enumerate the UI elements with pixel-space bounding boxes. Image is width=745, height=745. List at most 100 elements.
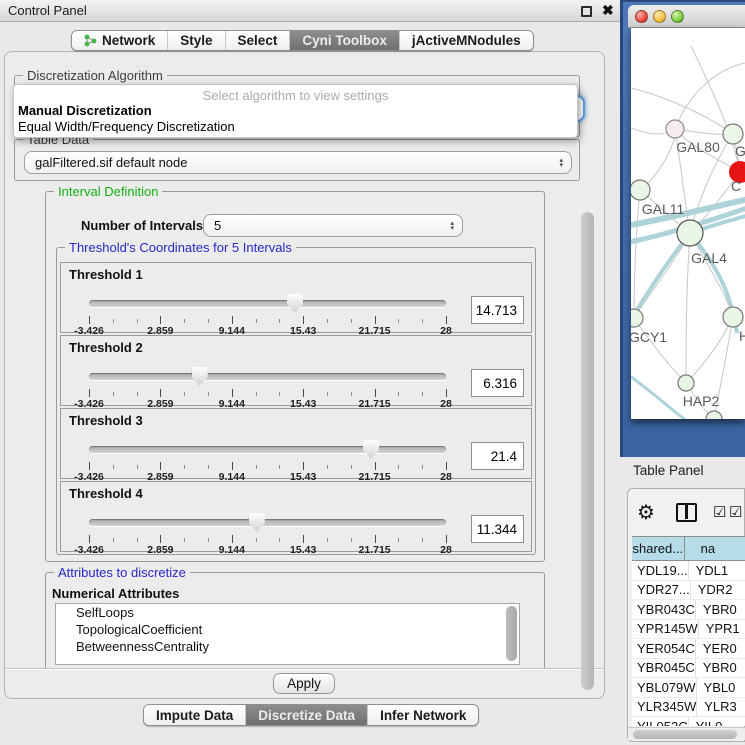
table-row[interactable]: YDL19...YDL1 <box>632 561 745 581</box>
tab-style[interactable]: Style <box>168 31 225 50</box>
checkbox-icon[interactable]: ☑ <box>729 503 742 521</box>
threshold-2-slider[interactable] <box>89 366 446 388</box>
table-row[interactable]: YBR045CYBR0 <box>632 659 745 679</box>
tab-label: Discretize Data <box>258 708 355 723</box>
table-header-row: shared... na <box>632 536 745 561</box>
column-header-name[interactable]: na <box>685 537 745 560</box>
network-node[interactable] <box>666 120 684 138</box>
table-cell: YBR0 <box>696 600 745 619</box>
threshold-4-value-field[interactable]: 11.344 <box>471 515 524 543</box>
numerical-attributes-list[interactable]: SelfLoopsTopologicalCoefficientBetweenne… <box>55 603 520 665</box>
network-edge[interactable] <box>634 318 686 383</box>
tick-mark <box>446 316 447 324</box>
table-row[interactable]: YIL052CYIL0 <box>632 717 745 726</box>
cyni-mode-tabs: Impute Data Discretize Data Infer Networ… <box>143 704 479 726</box>
tab-label: Select <box>238 33 278 48</box>
mac-close-button[interactable] <box>635 10 648 23</box>
panel-scrollbar[interactable] <box>581 212 594 690</box>
table-row[interactable]: YPR145WYPR1 <box>632 620 745 640</box>
close-icon[interactable]: ✖ <box>602 2 614 19</box>
tab-infer-network[interactable]: Infer Network <box>368 705 478 725</box>
tab-label: Cyni Toolbox <box>302 33 387 48</box>
split-columns-icon[interactable] <box>676 503 697 522</box>
tab-impute-data[interactable]: Impute Data <box>144 705 246 725</box>
mac-minimize-button[interactable] <box>653 10 666 23</box>
slider-thumb[interactable] <box>287 294 303 313</box>
tick-mark <box>422 392 423 396</box>
table-cell: YDL19... <box>632 561 689 580</box>
network-node[interactable] <box>631 309 643 327</box>
table-row[interactable]: YLR345WYLR3 <box>632 698 745 718</box>
slider-thumb[interactable] <box>363 440 379 459</box>
network-node[interactable] <box>723 124 743 144</box>
tick-mark <box>113 465 114 469</box>
horizontal-scrollbar-thumb[interactable] <box>633 730 737 739</box>
panel-title: Control Panel <box>8 3 87 18</box>
mac-zoom-button[interactable] <box>671 10 684 23</box>
table-row[interactable]: YER054CYER0 <box>632 639 745 659</box>
table-data-group: Table Data galFiltered.sif default node … <box>14 139 580 181</box>
threshold-1-slider[interactable] <box>89 293 446 315</box>
table-row[interactable]: YDR27...YDR2 <box>632 581 745 601</box>
threshold-2-value-field[interactable]: 6.316 <box>471 369 524 397</box>
tick-mark <box>232 389 233 397</box>
network-node[interactable] <box>723 307 743 327</box>
tick-mark <box>351 465 352 469</box>
slider-thumb[interactable] <box>192 367 208 386</box>
tick-label: 9.144 <box>219 544 245 556</box>
tick-mark <box>256 465 257 469</box>
tab-cyni-toolbox[interactable]: Cyni Toolbox <box>290 31 400 50</box>
threshold-3-slider[interactable] <box>89 439 446 461</box>
table-cell: YER054C <box>632 639 696 658</box>
slider-track[interactable] <box>89 519 446 526</box>
network-node[interactable] <box>631 180 650 200</box>
network-edge[interactable] <box>686 233 690 383</box>
dropdown-item-manual-discretization[interactable]: Manual Discretization <box>18 103 152 118</box>
network-node[interactable] <box>706 411 722 419</box>
network-edge[interactable] <box>686 317 733 383</box>
network-canvas[interactable]: GAL80GACGAL11GAL4GCY1HHAP2 <box>631 28 745 419</box>
tick-mark <box>375 316 376 324</box>
threshold-3-value-field[interactable]: 21.4 <box>471 442 524 470</box>
slider-track[interactable] <box>89 446 446 453</box>
horizontal-scrollbar-track[interactable] <box>628 727 745 740</box>
tab-jactivemnodules[interactable]: jActiveMNodules <box>400 31 533 50</box>
checkbox-icon[interactable]: ☑ <box>713 503 726 521</box>
threshold-label: Threshold 3 <box>69 413 143 428</box>
network-node[interactable] <box>678 375 694 391</box>
slider-thumb[interactable] <box>249 513 265 532</box>
list-scrollbar[interactable] <box>506 606 517 661</box>
threshold-4-slider[interactable] <box>89 512 446 534</box>
tick-mark <box>89 389 90 397</box>
tab-network[interactable]: Network <box>72 31 168 50</box>
tick-mark <box>256 319 257 323</box>
table-row[interactable]: YBR043CYBR0 <box>632 600 745 620</box>
tick-mark <box>303 316 304 324</box>
column-header-shared[interactable]: shared... <box>632 537 685 560</box>
tick-mark <box>351 538 352 542</box>
table-data-combobox[interactable]: galFiltered.sif default node ▴▾ <box>24 151 572 174</box>
threshold-1-value-field[interactable]: 14.713 <box>471 296 524 324</box>
dropdown-item-equal-width[interactable]: Equal Width/Frequency Discretization <box>18 119 235 134</box>
table-row[interactable]: YBL079WYBL0 <box>632 678 745 698</box>
slider-track[interactable] <box>89 373 446 380</box>
tick-mark <box>303 389 304 397</box>
table-body: YDL19...YDL1YDR27...YDR2YBR043CYBR0YPR14… <box>632 561 745 726</box>
attribute-list-item[interactable]: BetweennessCentrality <box>56 638 519 655</box>
threshold-2-panel: Threshold 2 -3.4262.8599.14415.4321.7152… <box>60 335 532 406</box>
num-intervals-combobox[interactable]: 5 ▴▾ <box>203 214 463 237</box>
gear-icon[interactable]: ⚙ <box>637 500 655 525</box>
float-window-icon[interactable] <box>581 6 592 17</box>
slider-track[interactable] <box>89 300 446 307</box>
apply-button[interactable]: Apply <box>273 673 335 694</box>
dropdown-placeholder-item[interactable]: Select algorithm to view settings <box>14 88 577 103</box>
attribute-list-item[interactable]: SelfLoops <box>56 604 519 621</box>
tab-select[interactable]: Select <box>226 31 291 50</box>
tab-discretize-data[interactable]: Discretize Data <box>246 705 368 725</box>
tick-mark <box>160 389 161 397</box>
network-node[interactable] <box>677 220 703 246</box>
attribute-list-item[interactable]: TopologicalCoefficient <box>56 621 519 638</box>
slider-ticks <box>89 535 446 544</box>
network-edge[interactable] <box>690 233 733 317</box>
network-edge[interactable] <box>634 190 640 318</box>
